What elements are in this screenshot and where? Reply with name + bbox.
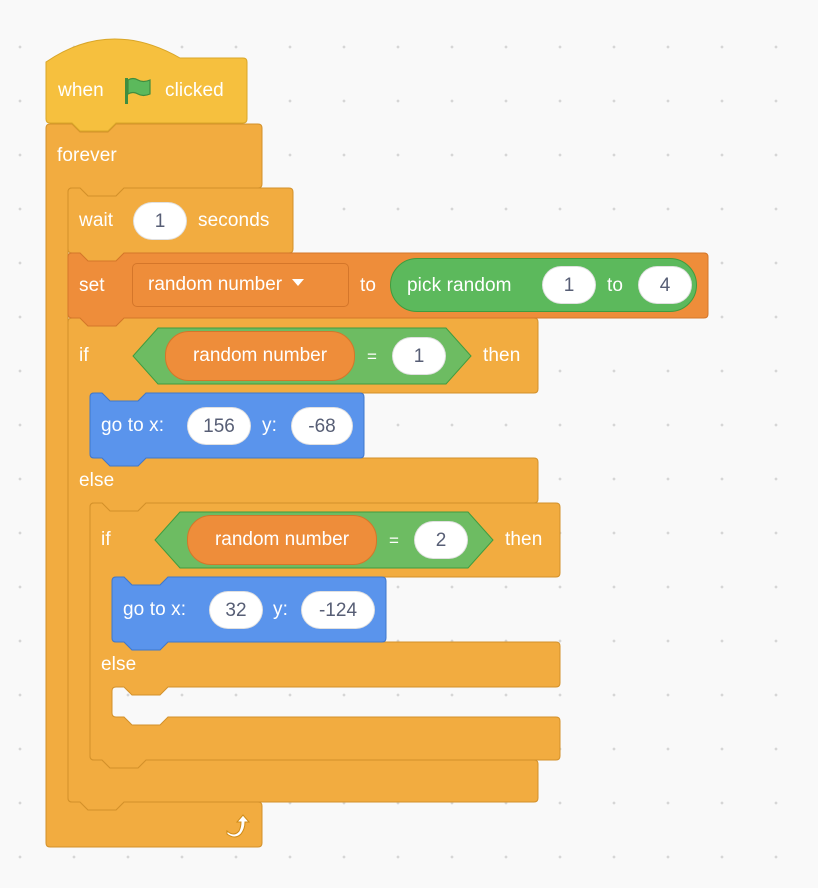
if2-if-label: if	[101, 529, 111, 550]
dropdown-arrow-icon	[292, 279, 305, 287]
if2-compare-value-input[interactable]: 2	[414, 521, 468, 559]
goto1-y-label: y:	[262, 415, 277, 436]
hat-clicked-label: clicked	[165, 80, 224, 101]
seconds-label: seconds	[198, 210, 270, 231]
if1-then-label: then	[483, 345, 521, 366]
goto1-label: go to x:	[101, 415, 165, 436]
if2-variable-reporter[interactable]: random number	[187, 515, 377, 565]
goto1-x-input[interactable]: 156	[187, 407, 251, 445]
if2-equals-sign: =	[389, 531, 400, 550]
goto1-y-input[interactable]: -68	[291, 407, 353, 445]
goto2-label: go to x:	[123, 599, 187, 620]
variable-dropdown[interactable]: random number	[132, 263, 349, 307]
if1-variable-reporter[interactable]: random number	[165, 331, 355, 381]
goto2-y-input[interactable]: -124	[301, 591, 375, 629]
if1-compare-value-input[interactable]: 1	[392, 337, 446, 375]
if1-else-label: else	[79, 470, 115, 491]
if2-then-label: then	[505, 529, 543, 550]
variable-dropdown-value: random number	[148, 274, 283, 295]
forever-label: forever	[57, 145, 117, 166]
loop-arrow-icon	[226, 814, 251, 838]
wait-seconds-input[interactable]: 1	[133, 202, 187, 240]
if2-else-label: else	[101, 654, 137, 675]
block-shapes	[45, 38, 709, 848]
if1-equals-sign: =	[367, 347, 378, 366]
green-flag-icon	[125, 77, 151, 104]
pick-random-to-label: to	[607, 275, 624, 296]
pick-random-to-input[interactable]: 4	[638, 266, 692, 304]
wait-label: wait	[79, 210, 114, 231]
set-label: set	[79, 275, 105, 296]
goto2-x-input[interactable]: 32	[209, 591, 263, 629]
set-to-label: to	[360, 275, 377, 296]
if1-if-label: if	[79, 345, 89, 366]
goto2-y-label: y:	[273, 599, 288, 620]
pick-random-label: pick random	[407, 275, 512, 296]
code-workspace[interactable]: when clicked forever wait 1 seconds set …	[0, 0, 818, 888]
pick-random-from-input[interactable]: 1	[542, 266, 596, 304]
hat-when-label: when	[58, 80, 104, 101]
